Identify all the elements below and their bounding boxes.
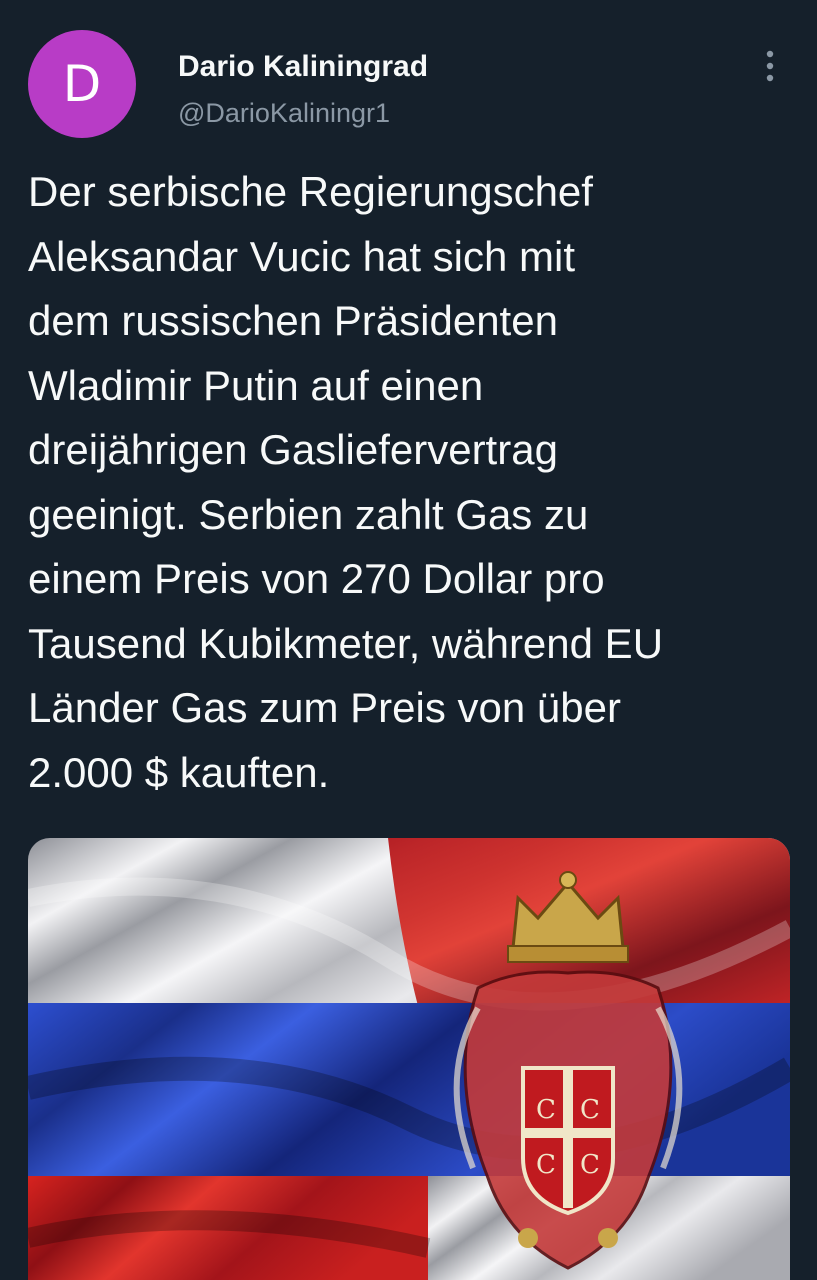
- tweet: D Dario Kaliningrad @DarioKaliningr1 Der…: [0, 0, 817, 1280]
- svg-text:C: C: [536, 1150, 556, 1180]
- more-vertical-icon: [766, 50, 774, 82]
- svg-text:C: C: [580, 1095, 600, 1125]
- avatar-letter: D: [62, 55, 102, 113]
- svg-text:C: C: [580, 1150, 600, 1180]
- more-options-button[interactable]: [752, 46, 788, 86]
- author-display-name[interactable]: Dario Kaliningrad: [178, 50, 428, 84]
- tweet-text: Der serbische Regierungschef Aleksandar …: [28, 168, 664, 796]
- flag-image: C C C C: [28, 838, 790, 1280]
- avatar[interactable]: D: [28, 30, 136, 138]
- tweet-media-image[interactable]: C C C C: [28, 838, 790, 1280]
- author-handle[interactable]: @DarioKaliningr1: [178, 98, 390, 129]
- svg-text:C: C: [536, 1095, 556, 1125]
